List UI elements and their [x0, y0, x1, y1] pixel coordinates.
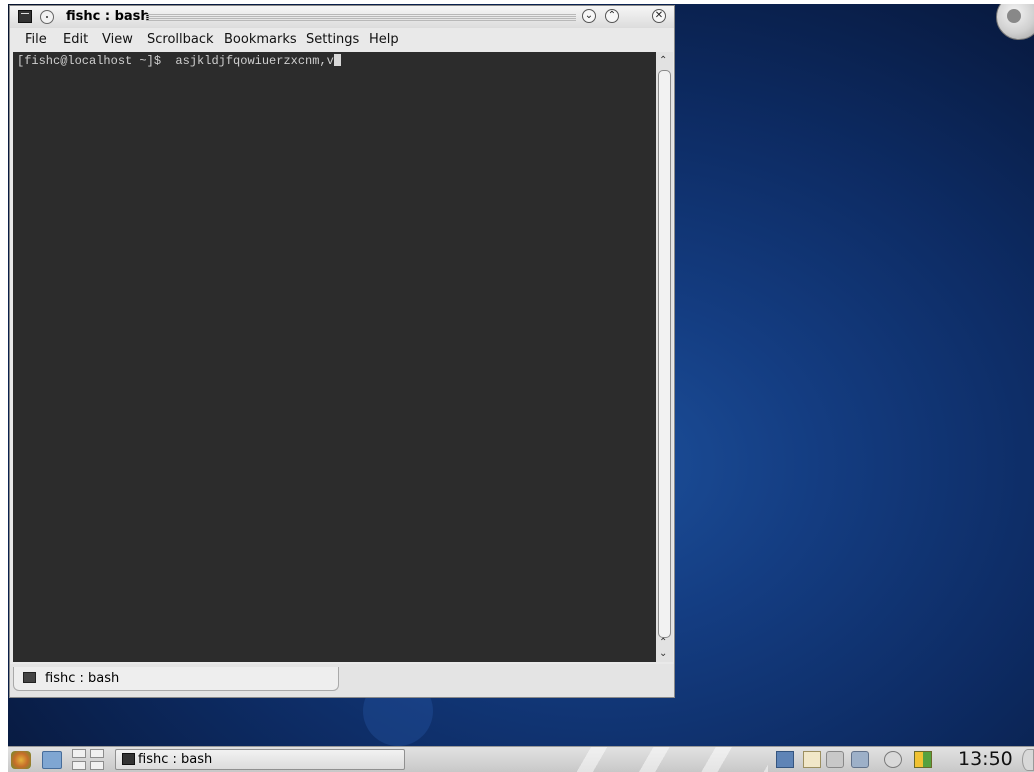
menu-settings[interactable]: Settings: [306, 32, 359, 47]
terminal-scrollbar[interactable]: ⌃ ⌃ ⌄: [656, 52, 673, 662]
titlebar-grip: [146, 14, 576, 21]
konsole-window: fishc : bash ⌄ ⌃ ✕ File Edit View Scroll…: [9, 5, 675, 698]
terminal-icon: [23, 672, 36, 683]
terminal-icon[interactable]: [18, 10, 32, 23]
menubar: File Edit View Scrollback Bookmarks Sett…: [10, 28, 674, 52]
menu-help[interactable]: Help: [369, 32, 399, 47]
info-icon[interactable]: [884, 751, 902, 768]
pin-icon[interactable]: [40, 10, 54, 24]
task-label: fishc : bash: [138, 752, 213, 767]
session-tab[interactable]: fishc : bash: [13, 667, 339, 691]
scroll-up-icon-bottom[interactable]: ⌃: [659, 638, 667, 648]
prompt-line: [fishc@localhost ~]$ asjkldjfqowiuerzxcn…: [17, 54, 341, 68]
session-tabbar: fishc : bash: [10, 664, 674, 697]
desktop-toolbox-icon[interactable]: [996, 4, 1034, 40]
close-icon[interactable]: ✕: [652, 9, 666, 23]
terminal-area[interactable]: [fishc@localhost ~]$ asjkldjfqowiuerzxcn…: [13, 52, 656, 662]
desktop-pager[interactable]: [72, 749, 106, 771]
menu-view[interactable]: View: [102, 32, 133, 47]
menu-scrollback[interactable]: Scrollback: [147, 32, 214, 47]
menu-bookmarks[interactable]: Bookmarks: [224, 32, 297, 47]
tab-label: fishc : bash: [45, 671, 120, 686]
network-icon[interactable]: [776, 751, 794, 768]
device-notifier-icon[interactable]: [851, 751, 869, 768]
text-cursor: [333, 54, 341, 66]
scroll-up-icon[interactable]: ⌃: [659, 56, 667, 66]
taskbar-task-konsole[interactable]: fishc : bash: [115, 749, 405, 770]
kde-menu-icon[interactable]: [11, 751, 31, 769]
file-manager-icon[interactable]: [42, 751, 62, 769]
scroll-down-icon[interactable]: ⌄: [659, 649, 667, 659]
menu-file[interactable]: File: [25, 32, 47, 47]
scrollbar-handle[interactable]: [658, 70, 671, 638]
menu-edit[interactable]: Edit: [63, 32, 88, 47]
panel-toolbox-icon[interactable]: [1022, 749, 1034, 771]
minimize-icon[interactable]: ⌄: [582, 9, 596, 23]
pager-desktop-2[interactable]: [90, 749, 104, 758]
taskbar-decoration: [568, 747, 768, 772]
window-title: fishc : bash: [66, 9, 150, 24]
volume-icon[interactable]: [826, 751, 844, 768]
maximize-icon[interactable]: ⌃: [605, 9, 619, 23]
pager-desktop-4[interactable]: [90, 761, 104, 770]
pager-desktop-1[interactable]: [72, 749, 86, 758]
clipboard-icon[interactable]: [803, 751, 821, 768]
typed-command: asjkldjfqowiuerzxcnm,v: [168, 54, 334, 68]
shell-prompt: [fishc@localhost ~]$: [17, 54, 169, 68]
clock[interactable]: 13:50: [958, 748, 1013, 770]
terminal-icon: [122, 753, 135, 765]
taskbar: fishc : bash 13:50: [8, 746, 1034, 772]
titlebar[interactable]: fishc : bash ⌄ ⌃ ✕: [10, 6, 674, 28]
battery-icon[interactable]: [914, 751, 932, 768]
pager-desktop-3[interactable]: [72, 761, 86, 770]
